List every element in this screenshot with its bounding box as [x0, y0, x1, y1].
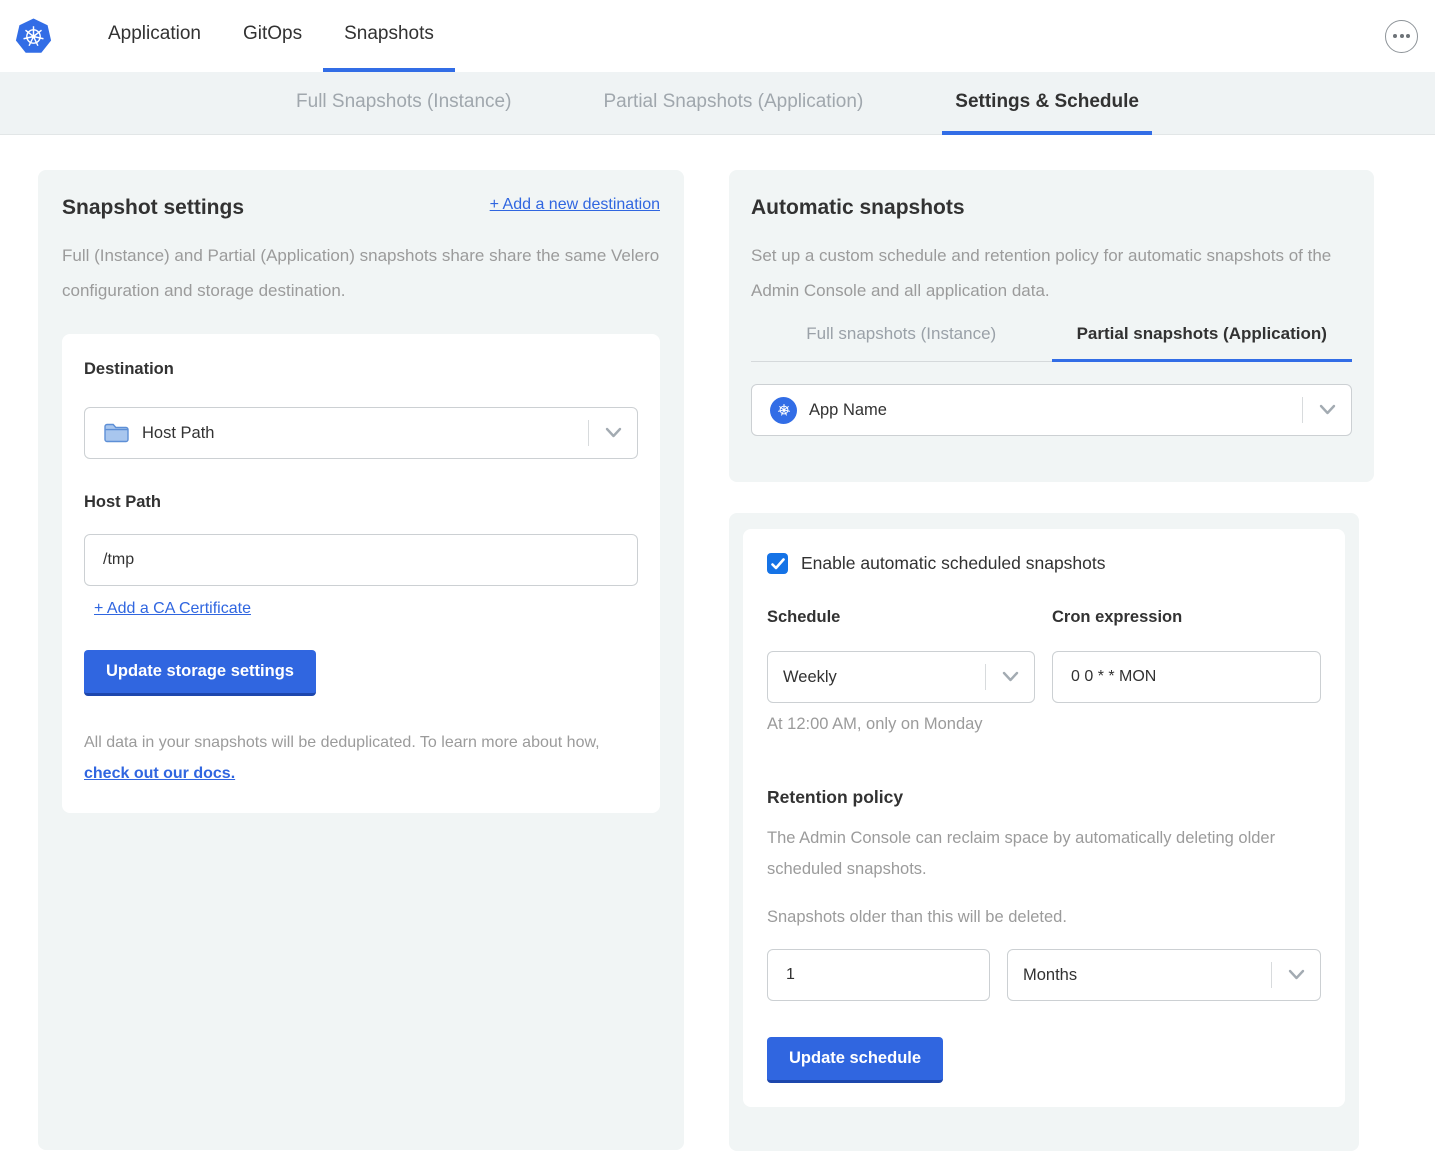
automatic-snapshots-tabs: Full snapshots (Instance) Partial snapsh…	[751, 324, 1352, 362]
snapshots-subnav: Full Snapshots (Instance) Partial Snapsh…	[0, 72, 1435, 135]
retention-unit-select[interactable]: Months	[1007, 949, 1321, 1001]
enable-snapshots-label: Enable automatic scheduled snapshots	[801, 553, 1106, 574]
host-path-input[interactable]	[84, 534, 638, 586]
right-column: Automatic snapshots Set up a custom sche…	[729, 170, 1374, 1151]
retention-policy-description: The Admin Console can reclaim space by a…	[767, 823, 1321, 885]
tab-partial-snapshots-application[interactable]: Partial Snapshots (Application)	[590, 72, 876, 135]
tab-settings-and-schedule[interactable]: Settings & Schedule	[942, 72, 1152, 135]
main-content: Snapshot settings + Add a new destinatio…	[0, 135, 1435, 1151]
snapshot-settings-description: Full (Instance) and Partial (Application…	[62, 238, 660, 308]
destination-select[interactable]: Host Path	[84, 407, 638, 459]
schedule-panel: Enable automatic scheduled snapshots Sch…	[729, 513, 1359, 1151]
schedule-interval-value: Weekly	[783, 668, 837, 687]
tab-full-snapshots-instance[interactable]: Full Snapshots (Instance)	[283, 72, 524, 135]
retention-hint: Snapshots older than this will be delete…	[767, 908, 1321, 927]
storage-settings-card: Destination Host Path Host Path	[62, 334, 660, 813]
tab-auto-full-snapshots[interactable]: Full snapshots (Instance)	[751, 324, 1052, 362]
app-select-value: App Name	[809, 401, 887, 420]
add-new-destination-link[interactable]: + Add a new destination	[490, 196, 660, 214]
enable-snapshots-row: Enable automatic scheduled snapshots	[767, 553, 1321, 574]
kubernetes-logo-icon	[15, 18, 52, 55]
chevron-down-icon	[1272, 969, 1320, 981]
chevron-down-icon	[589, 427, 637, 439]
cron-expression-label: Cron expression	[1052, 608, 1321, 627]
folder-icon	[103, 422, 130, 444]
schedule-interval-select[interactable]: Weekly	[767, 651, 1035, 703]
destination-select-value: Host Path	[142, 424, 214, 443]
snapshot-settings-panel: Snapshot settings + Add a new destinatio…	[38, 170, 684, 1150]
schedule-card: Enable automatic scheduled snapshots Sch…	[743, 529, 1345, 1107]
dedup-note-text: All data in your snapshots will be dedup…	[84, 734, 600, 751]
top-nav: Application GitOps Snapshots	[0, 0, 1435, 72]
automatic-snapshots-title: Automatic snapshots	[751, 196, 1352, 220]
app-kubernetes-icon	[770, 397, 797, 424]
nav-item-gitops[interactable]: GitOps	[222, 0, 323, 72]
update-schedule-button[interactable]: Update schedule	[767, 1037, 943, 1083]
nav-item-snapshots[interactable]: Snapshots	[323, 0, 455, 72]
destination-label: Destination	[84, 360, 638, 379]
cron-expression-input[interactable]	[1052, 651, 1321, 703]
retention-policy-title: Retention policy	[767, 787, 1321, 808]
dedup-note: All data in your snapshots will be dedup…	[84, 727, 638, 789]
kubernetes-logo[interactable]	[15, 0, 52, 72]
host-path-label: Host Path	[84, 493, 638, 512]
update-storage-settings-button[interactable]: Update storage settings	[84, 650, 316, 696]
schedule-label: Schedule	[767, 608, 1035, 627]
add-ca-certificate-link[interactable]: + Add a CA Certificate	[94, 600, 251, 617]
docs-link[interactable]: check out our docs.	[84, 765, 235, 782]
app-select[interactable]: App Name	[751, 384, 1352, 436]
snapshot-settings-title: Snapshot settings	[62, 196, 244, 220]
overflow-menu-icon[interactable]	[1385, 20, 1418, 53]
enable-snapshots-checkbox[interactable]	[767, 553, 788, 574]
automatic-snapshots-panel: Automatic snapshots Set up a custom sche…	[729, 170, 1374, 482]
primary-nav: Application GitOps Snapshots	[87, 0, 455, 72]
chevron-down-icon	[986, 671, 1034, 683]
cron-human-readable: At 12:00 AM, only on Monday	[767, 715, 1321, 734]
retention-value-input[interactable]	[767, 949, 990, 1001]
tab-auto-partial-snapshots[interactable]: Partial snapshots (Application)	[1052, 324, 1353, 362]
chevron-down-icon	[1303, 404, 1351, 416]
nav-item-application[interactable]: Application	[87, 0, 222, 72]
retention-unit-value: Months	[1023, 966, 1077, 985]
automatic-snapshots-description: Set up a custom schedule and retention p…	[751, 238, 1352, 308]
